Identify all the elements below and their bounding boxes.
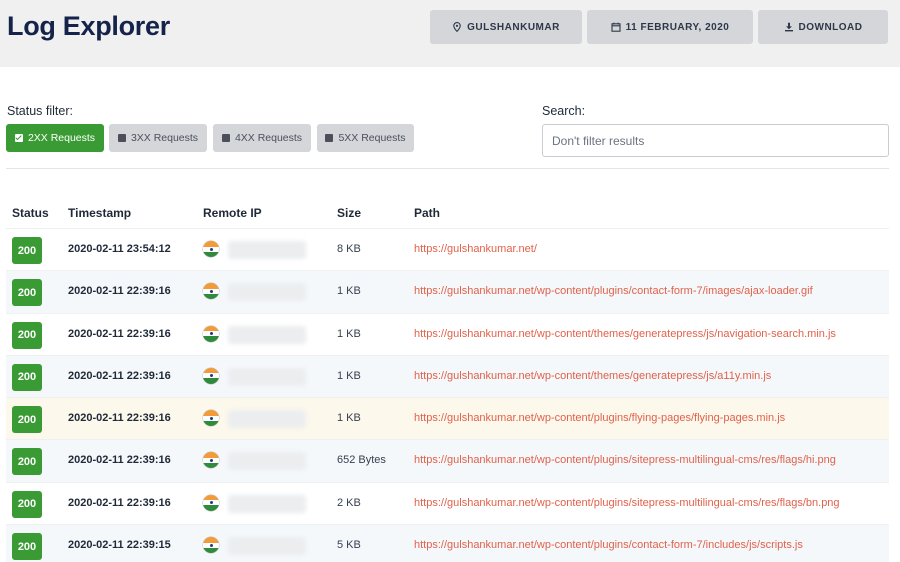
table-row: 200 2020-02-11 22:39:16 1 KB https://gul… bbox=[6, 354, 889, 398]
size-cell: 2 KB bbox=[337, 496, 361, 509]
checkbox-unchecked-icon bbox=[221, 134, 230, 142]
india-flag-icon bbox=[203, 325, 219, 342]
log-table-body: 200 2020-02-11 23:54:12 8 KB https://gul… bbox=[6, 228, 889, 562]
column-header-remote-ip[interactable]: Remote IP bbox=[203, 206, 262, 220]
checkbox-checked-icon bbox=[14, 134, 23, 142]
filter-5xx-button[interactable]: 5XX Requests bbox=[317, 124, 414, 152]
remote-ip-redacted bbox=[228, 494, 306, 513]
india-flag-icon bbox=[203, 410, 219, 427]
status-badge: 200 bbox=[12, 363, 42, 391]
timestamp-cell: 2020-02-11 22:39:16 bbox=[68, 412, 171, 425]
table-row: 200 2020-02-11 22:39:16 1 KB https://gul… bbox=[6, 312, 889, 355]
search-input[interactable] bbox=[542, 124, 889, 157]
path-link[interactable]: https://gulshankumar.net/wp-content/them… bbox=[414, 328, 836, 340]
path-link[interactable]: https://gulshankumar.net/ bbox=[414, 243, 537, 255]
date-button[interactable]: 11 FEBRUARY, 2020 bbox=[587, 10, 753, 44]
filter-3xx-button[interactable]: 3XX Requests bbox=[109, 124, 207, 152]
filter-2xx-button[interactable]: 2XX Requests bbox=[6, 124, 104, 152]
checkbox-unchecked-icon bbox=[325, 134, 334, 142]
india-flag-icon bbox=[203, 367, 219, 384]
path-link[interactable]: https://gulshankumar.net/wp-content/plug… bbox=[414, 454, 836, 466]
status-filter-label: Status filter: bbox=[7, 104, 73, 118]
status-badge: 200 bbox=[12, 406, 42, 434]
filter-4xx-button[interactable]: 4XX Requests bbox=[213, 124, 311, 152]
calendar-icon bbox=[611, 22, 621, 32]
date-button-label: 11 FEBRUARY, 2020 bbox=[625, 21, 730, 33]
download-icon bbox=[784, 22, 793, 32]
remote-ip-redacted bbox=[228, 241, 306, 259]
status-badge: 200 bbox=[12, 321, 42, 349]
table-row: 200 2020-02-11 22:39:16 1 KB https://gul… bbox=[6, 270, 889, 313]
status-badge: 200 bbox=[12, 448, 42, 476]
map-pin-icon bbox=[453, 22, 461, 32]
download-button-label: DOWNLOAD bbox=[798, 21, 863, 33]
status-badge: 200 bbox=[12, 237, 42, 264]
filter-5xx-label: 5XX Requests bbox=[338, 132, 406, 144]
filter-4xx-label: 4XX Requests bbox=[234, 132, 303, 144]
divider bbox=[6, 168, 889, 169]
timestamp-cell: 2020-02-11 23:54:12 bbox=[68, 243, 171, 255]
remote-ip-redacted bbox=[228, 325, 306, 344]
size-cell: 5 KB bbox=[337, 539, 361, 552]
table-row: 200 2020-02-11 22:39:15 5 KB https://gul… bbox=[6, 524, 889, 562]
table-row: 200 2020-02-11 23:54:12 8 KB https://gul… bbox=[6, 228, 889, 270]
size-cell: 1 KB bbox=[337, 369, 361, 382]
remote-ip-redacted bbox=[228, 283, 306, 302]
filter-2xx-label: 2XX Requests bbox=[27, 132, 96, 144]
india-flag-icon bbox=[203, 241, 219, 257]
timestamp-cell: 2020-02-11 22:39:16 bbox=[68, 285, 171, 298]
table-row: 200 2020-02-11 22:39:16 652 Bytes https:… bbox=[6, 439, 889, 482]
timestamp-cell: 2020-02-11 22:39:16 bbox=[68, 454, 171, 467]
size-cell: 1 KB bbox=[337, 327, 361, 340]
timestamp-cell: 2020-02-11 22:39:16 bbox=[68, 369, 171, 382]
path-link[interactable]: https://gulshankumar.net/wp-content/plug… bbox=[414, 539, 803, 551]
india-flag-icon bbox=[203, 537, 219, 554]
status-badge: 200 bbox=[12, 279, 42, 307]
column-header-path[interactable]: Path bbox=[414, 206, 440, 220]
column-header-size[interactable]: Size bbox=[337, 206, 361, 220]
size-cell: 8 KB bbox=[337, 243, 361, 255]
table-row: 200 2020-02-11 22:39:16 1 KB https://gul… bbox=[6, 397, 889, 440]
column-header-timestamp[interactable]: Timestamp bbox=[68, 206, 131, 220]
size-cell: 652 Bytes bbox=[337, 454, 386, 467]
site-button-label: GULSHANKUMAR bbox=[467, 21, 560, 33]
path-link[interactable]: https://gulshankumar.net/wp-content/plug… bbox=[414, 412, 785, 424]
timestamp-cell: 2020-02-11 22:39:16 bbox=[68, 496, 171, 509]
remote-ip-redacted bbox=[228, 452, 306, 471]
path-link[interactable]: https://gulshankumar.net/wp-content/plug… bbox=[414, 285, 813, 297]
remote-ip-redacted bbox=[228, 410, 306, 429]
search-label: Search: bbox=[542, 104, 586, 118]
status-badge: 200 bbox=[12, 533, 42, 561]
india-flag-icon bbox=[203, 452, 219, 469]
path-link[interactable]: https://gulshankumar.net/wp-content/them… bbox=[414, 370, 771, 382]
status-badge: 200 bbox=[12, 490, 42, 518]
table-row: 200 2020-02-11 22:39:16 2 KB https://gul… bbox=[6, 481, 889, 524]
size-cell: 1 KB bbox=[337, 285, 361, 298]
india-flag-icon bbox=[203, 283, 219, 300]
india-flag-icon bbox=[203, 494, 219, 511]
page-title: Log Explorer bbox=[7, 11, 170, 41]
site-button[interactable]: GULSHANKUMAR bbox=[430, 10, 582, 44]
remote-ip-redacted bbox=[228, 367, 306, 386]
timestamp-cell: 2020-02-11 22:39:15 bbox=[68, 539, 171, 552]
timestamp-cell: 2020-02-11 22:39:16 bbox=[68, 327, 171, 340]
column-header-status[interactable]: Status bbox=[12, 206, 49, 220]
filter-3xx-label: 3XX Requests bbox=[130, 132, 199, 144]
header-bar: Log Explorer GULSHANKUMAR 11 FEBRUARY, 2… bbox=[0, 0, 900, 67]
remote-ip-redacted bbox=[228, 537, 306, 556]
size-cell: 1 KB bbox=[337, 412, 361, 425]
download-button[interactable]: DOWNLOAD bbox=[758, 10, 888, 44]
path-link[interactable]: https://gulshankumar.net/wp-content/plug… bbox=[414, 497, 840, 509]
checkbox-unchecked-icon bbox=[117, 134, 126, 142]
